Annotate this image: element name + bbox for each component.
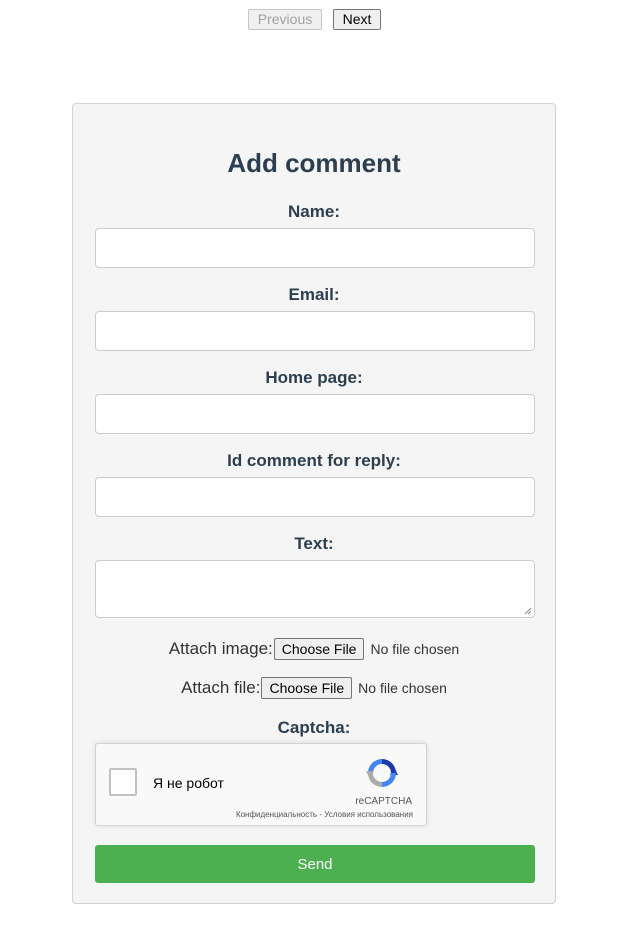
recaptcha-links: Конфиденциальность - Условия использован…	[236, 810, 413, 819]
resize-grip-icon[interactable]	[524, 607, 532, 615]
text-textarea[interactable]	[95, 560, 535, 618]
recaptcha-logo-icon	[366, 759, 398, 787]
reply-id-input[interactable]	[95, 477, 535, 517]
text-label: Text:	[294, 534, 334, 553]
recaptcha-checkbox[interactable]	[109, 768, 137, 796]
attach-image-row: Attach image: Choose File No file chosen	[73, 638, 555, 660]
form-title: Add comment	[227, 148, 401, 178]
send-button[interactable]: Send	[95, 845, 535, 883]
recaptcha-checkbox-label: Я не робот	[153, 775, 224, 791]
home-page-input[interactable]	[95, 394, 535, 434]
recaptcha-brand: reCAPTCHA	[355, 796, 412, 807]
captcha-label: Captcha:	[277, 718, 351, 737]
choose-file-button[interactable]: Choose File	[261, 677, 353, 699]
name-label: Name:	[288, 202, 340, 221]
recaptcha-privacy-link[interactable]: Конфиденциальность	[236, 810, 317, 819]
recaptcha-terms-link[interactable]: Условия использования	[324, 810, 413, 819]
add-comment-form: Add comment Name: Email: Home page: Id c…	[72, 103, 556, 904]
recaptcha-widget: Я не робот reCAPTCHA Конфиденциальность …	[95, 743, 427, 826]
file-status: No file chosen	[358, 680, 447, 696]
reply-id-label: Id comment for reply:	[227, 451, 401, 470]
name-input[interactable]	[95, 228, 535, 268]
home-page-label: Home page:	[265, 368, 363, 387]
choose-image-button[interactable]: Choose File	[273, 638, 365, 660]
attach-file-row: Attach file: Choose File No file chosen	[73, 677, 555, 699]
email-label: Email:	[288, 285, 340, 304]
email-input[interactable]	[95, 311, 535, 351]
next-button[interactable]: Next	[333, 9, 381, 30]
attach-file-label: Attach file:	[181, 678, 261, 697]
attach-image-label: Attach image:	[168, 639, 273, 658]
image-file-status: No file chosen	[370, 641, 460, 657]
previous-button[interactable]: Previous	[248, 9, 322, 30]
pagination: Previous Next	[0, 9, 620, 30]
